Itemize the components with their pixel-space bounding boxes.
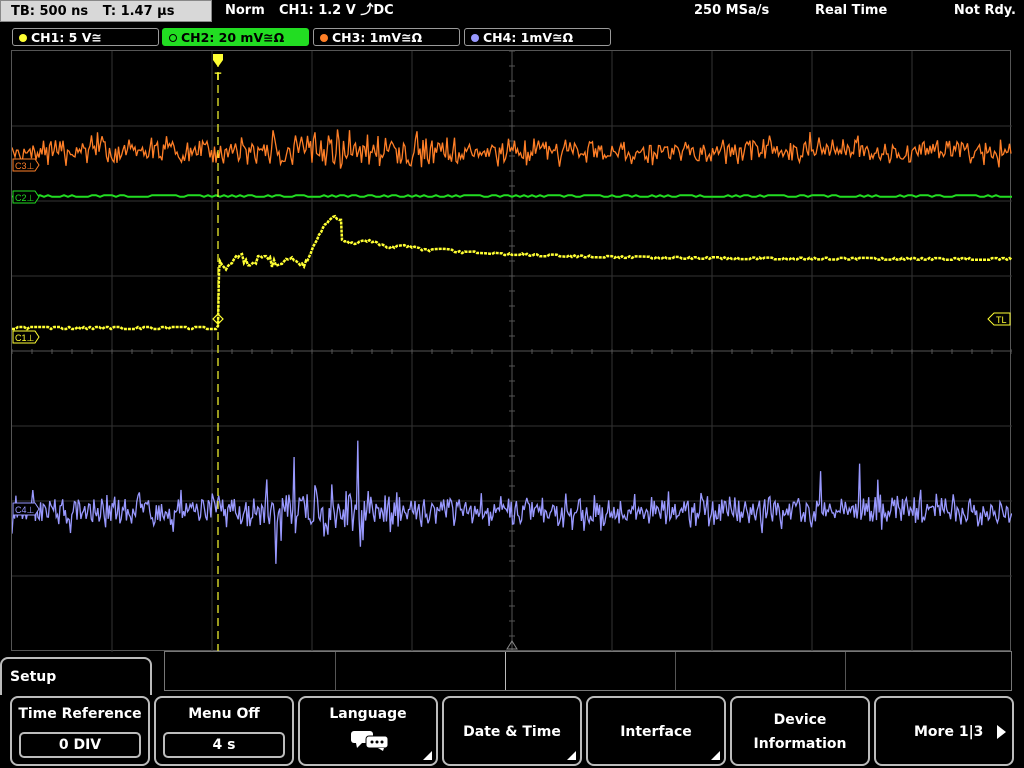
svg-text:C4⊥: C4⊥ <box>15 505 35 515</box>
acquisition-mode: Real Time <box>815 3 888 18</box>
status-bar: TB: 500 ns T: 1.47 µs Norm CH1: 1.2 V ⤴D… <box>0 0 1024 24</box>
more-softkey[interactable]: More 1|3 <box>874 696 1014 766</box>
ch2-ground-marker[interactable]: C2⊥ <box>12 190 40 204</box>
trigger-level-marker[interactable]: TL <box>987 312 1011 326</box>
trigger-time: T: 1.47 µs <box>102 4 175 19</box>
menu-title: Setup <box>10 669 57 685</box>
ch4-label: CH4: 1mV≅Ω <box>483 30 574 45</box>
waveform-display[interactable]: T C3⊥ C2⊥ C1⊥ C4⊥ TL <box>11 50 1012 652</box>
submenu-corner-icon <box>567 751 576 760</box>
ch2-dot-icon <box>169 34 177 42</box>
softkey-label-line2: Information <box>753 736 847 752</box>
waveform-canvas: T C3⊥ C2⊥ C1⊥ C4⊥ TL <box>12 51 1012 652</box>
language-softkey[interactable]: Language <box>298 696 438 766</box>
softkey-label: Language <box>329 706 407 722</box>
channel-tab-ch2[interactable]: CH2: 20 mV≅Ω <box>162 28 309 46</box>
channel-tab-ch1[interactable]: CH1: 5 V≅ <box>12 28 159 46</box>
timebase-box[interactable]: TB: 500 ns T: 1.47 µs <box>0 0 212 22</box>
sample-rate: 250 MSa/s <box>694 3 770 18</box>
svg-text:T: T <box>215 71 222 83</box>
interface-softkey[interactable]: Interface <box>586 696 726 766</box>
time-reference-value: 0 DIV <box>19 732 141 758</box>
svg-text:C3⊥: C3⊥ <box>15 161 35 171</box>
channel-tab-ch3[interactable]: CH3: 1mV≅Ω <box>313 28 460 46</box>
timeline-divider <box>335 652 336 690</box>
graticule <box>12 51 1012 652</box>
softkey-label: Interface <box>620 724 692 740</box>
device-information-softkey[interactable]: Device Information <box>730 696 870 766</box>
ch2-label: CH2: 20 mV≅Ω <box>181 30 285 45</box>
trigger-mode[interactable]: Norm <box>225 0 265 22</box>
trigger-setting[interactable]: CH1: 1.2 V ⤴DC <box>279 0 394 22</box>
submenu-corner-icon <box>423 751 432 760</box>
softkey-label: Time Reference <box>18 706 142 722</box>
ch1-dot-icon <box>19 34 27 42</box>
trigger-position-marker[interactable]: T <box>213 54 223 83</box>
next-page-arrow-icon <box>997 725 1006 739</box>
ch4-ground-marker[interactable]: C4⊥ <box>12 502 40 516</box>
svg-text:C1⊥: C1⊥ <box>15 333 35 343</box>
softkey-label: Menu Off <box>188 706 260 722</box>
speech-bubble-icon <box>351 731 389 751</box>
softkey-label: Device <box>773 712 827 728</box>
timeline-divider <box>505 652 506 690</box>
ch3-dot-icon <box>320 34 328 42</box>
menu-off-softkey[interactable]: Menu Off 4 s <box>154 696 294 766</box>
ch1-ground-marker[interactable]: C1⊥ <box>12 330 40 344</box>
menu-title-tab: Setup <box>0 657 152 695</box>
channel-tab-ch4[interactable]: CH4: 1mV≅Ω <box>464 28 611 46</box>
svg-text:C2⊥: C2⊥ <box>15 193 35 203</box>
memory-timeline <box>164 651 1012 691</box>
run-status: Not Rdy. <box>953 3 1016 18</box>
time-reference-softkey[interactable]: Time Reference 0 DIV <box>10 696 150 766</box>
svg-text:TL: TL <box>996 315 1007 325</box>
timeline-divider <box>845 652 846 690</box>
ch1-label: CH1: 5 V≅ <box>31 30 102 45</box>
submenu-corner-icon <box>711 751 720 760</box>
date-time-softkey[interactable]: Date & Time <box>442 696 582 766</box>
softkey-label: More 1|3 <box>914 724 984 740</box>
menu-off-value: 4 s <box>163 732 285 758</box>
softkey-label: Date & Time <box>463 724 561 740</box>
ch4-dot-icon <box>471 34 479 42</box>
ch3-ground-marker[interactable]: C3⊥ <box>12 158 40 172</box>
ch3-label: CH3: 1mV≅Ω <box>332 30 423 45</box>
timeline-divider <box>675 652 676 690</box>
timebase: TB: 500 ns <box>11 4 89 19</box>
